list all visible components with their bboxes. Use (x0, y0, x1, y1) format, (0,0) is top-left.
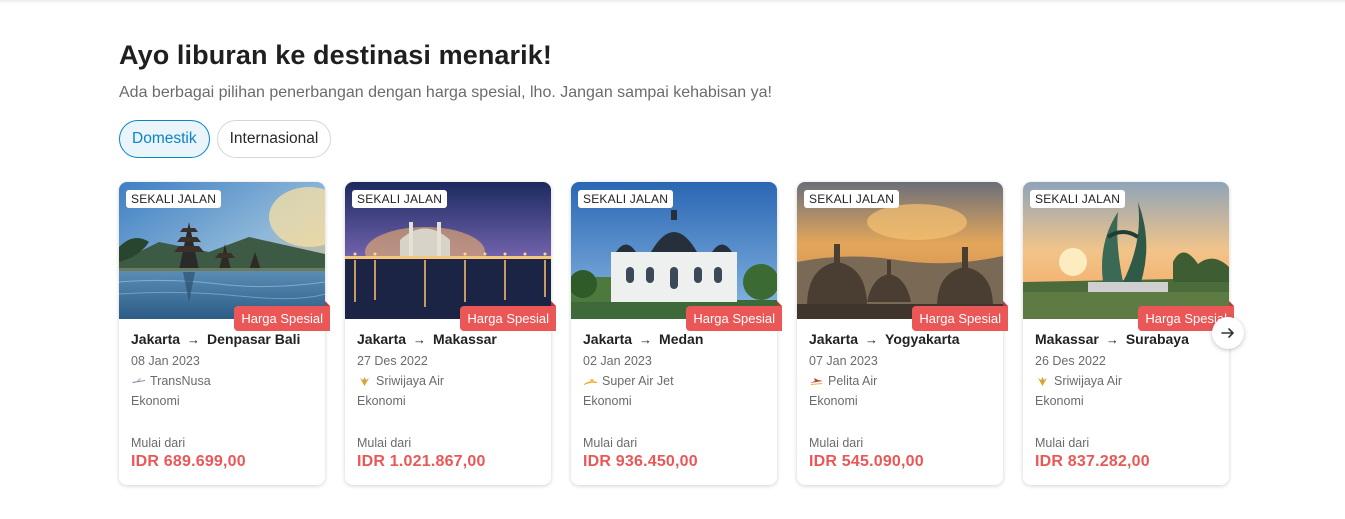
origin-city: Jakarta (809, 331, 859, 347)
airline-name: Sriwijaya Air (1054, 374, 1123, 388)
trip-type-badge: SEKALI JALAN (578, 190, 674, 208)
pelita-logo-icon (810, 377, 823, 385)
price-label: Mulai dari (583, 436, 638, 450)
origin-city: Makassar (1035, 331, 1099, 347)
departure-date: 08 Jan 2023 (131, 354, 200, 368)
promo-badge: Harga Spesial (686, 301, 782, 331)
airline-name: Sriwijaya Air (376, 374, 445, 388)
header-divider (0, 0, 1345, 4)
price-label: Mulai dari (357, 436, 412, 450)
departure-date: 26 Des 2022 (1035, 354, 1106, 368)
tab-internasional[interactable]: Internasional (216, 120, 332, 158)
section-title: Ayo liburan ke destinasi menarik! (119, 40, 552, 70)
flight-card[interactable]: SEKALI JALAN Harga Spesial Jakarta → Med… (571, 182, 782, 485)
destination-image: SEKALI JALAN (1023, 182, 1229, 319)
airline: TransNusa (131, 374, 313, 388)
departure-date: 07 Jan 2023 (809, 354, 878, 368)
tab-domestik[interactable]: Domestik (119, 120, 210, 158)
price: IDR 689.699,00 (131, 453, 246, 470)
promo-badge: Harga Spesial (460, 301, 556, 331)
cabin-class: Ekonomi (131, 394, 180, 408)
arrow-right-icon: → (187, 331, 201, 347)
cabin-class: Ekonomi (583, 394, 632, 408)
departure-date: 27 Des 2022 (357, 354, 428, 368)
price: IDR 837.282,00 (1035, 453, 1150, 470)
airline: Sriwijaya Air (357, 374, 539, 388)
arrow-right-icon: → (1105, 331, 1119, 347)
flight-card[interactable]: SEKALI JALAN Harga Spesial Jakarta → Yog… (797, 182, 1008, 485)
transnusa-logo-icon (132, 377, 145, 383)
price: IDR 1.021.867,00 (357, 453, 486, 470)
carousel-next-button[interactable] (1212, 317, 1244, 349)
price-label: Mulai dari (131, 436, 186, 450)
arrow-right-icon: → (639, 331, 653, 347)
airline-name: TransNusa (150, 374, 211, 388)
flight-card[interactable]: SEKALI JALAN Harga Spesial Jakarta → Mak… (345, 182, 556, 485)
destination-city: Medan (659, 331, 704, 347)
arrow-right-icon: → (413, 331, 427, 347)
flight-route: Jakarta → Denpasar Bali (131, 331, 313, 347)
destination-city: Yogyakarta (885, 331, 960, 347)
flight-route: Jakarta → Medan (583, 331, 765, 347)
promo-badge: Harga Spesial (234, 301, 330, 331)
destination-city: Surabaya (1125, 331, 1189, 347)
destination-image: SEKALI JALAN (345, 182, 551, 319)
promo-badge: Harga Spesial (912, 301, 1008, 331)
airline: Sriwijaya Air (1035, 374, 1217, 388)
flight-route: Jakarta → Yogyakarta (809, 331, 991, 347)
trip-type-badge: SEKALI JALAN (126, 190, 222, 208)
origin-city: Jakarta (583, 331, 633, 347)
trip-type-badge: SEKALI JALAN (352, 190, 448, 208)
price-label: Mulai dari (809, 436, 864, 450)
destination-city: Denpasar Bali (207, 331, 301, 347)
trip-type-badge: SEKALI JALAN (1030, 190, 1126, 208)
price: IDR 545.090,00 (809, 453, 924, 470)
sriwijaya-logo-icon (1038, 376, 1047, 386)
flight-card[interactable]: SEKALI JALAN Harga Spesial Jakarta → Den… (119, 182, 330, 485)
destination-image: SEKALI JALAN (571, 182, 777, 319)
destination-tabs: Domestik Internasional (119, 120, 332, 158)
price-label: Mulai dari (1035, 436, 1090, 450)
arrow-right-icon (1221, 328, 1234, 338)
airline: Pelita Air (809, 374, 991, 388)
airline-name: Super Air Jet (602, 374, 674, 388)
flight-card[interactable]: SEKALI JALAN Harga Spesial Makassar → Su… (1023, 182, 1234, 485)
price: IDR 936.450,00 (583, 453, 698, 470)
destination-image: SEKALI JALAN (119, 182, 325, 319)
flight-route: Jakarta → Makassar (357, 331, 539, 347)
destination-city: Makassar (433, 331, 497, 347)
cabin-class: Ekonomi (809, 394, 858, 408)
destination-image: SEKALI JALAN (797, 182, 1003, 319)
departure-date: 02 Jan 2023 (583, 354, 652, 368)
flight-card-list: SEKALI JALAN Harga Spesial Jakarta → Den… (119, 182, 1234, 485)
flight-route: Makassar → Surabaya (1035, 331, 1217, 347)
airline-name: Pelita Air (828, 374, 878, 388)
cabin-class: Ekonomi (1035, 394, 1084, 408)
sriwijaya-logo-icon (360, 376, 369, 386)
section-subtitle: Ada berbagai pilihan penerbangan dengan … (119, 84, 772, 101)
arrow-right-icon: → (865, 331, 879, 347)
origin-city: Jakarta (131, 331, 181, 347)
superairjet-logo-icon (584, 378, 597, 385)
airline: Super Air Jet (583, 374, 765, 388)
origin-city: Jakarta (357, 331, 407, 347)
cabin-class: Ekonomi (357, 394, 406, 408)
trip-type-badge: SEKALI JALAN (804, 190, 900, 208)
